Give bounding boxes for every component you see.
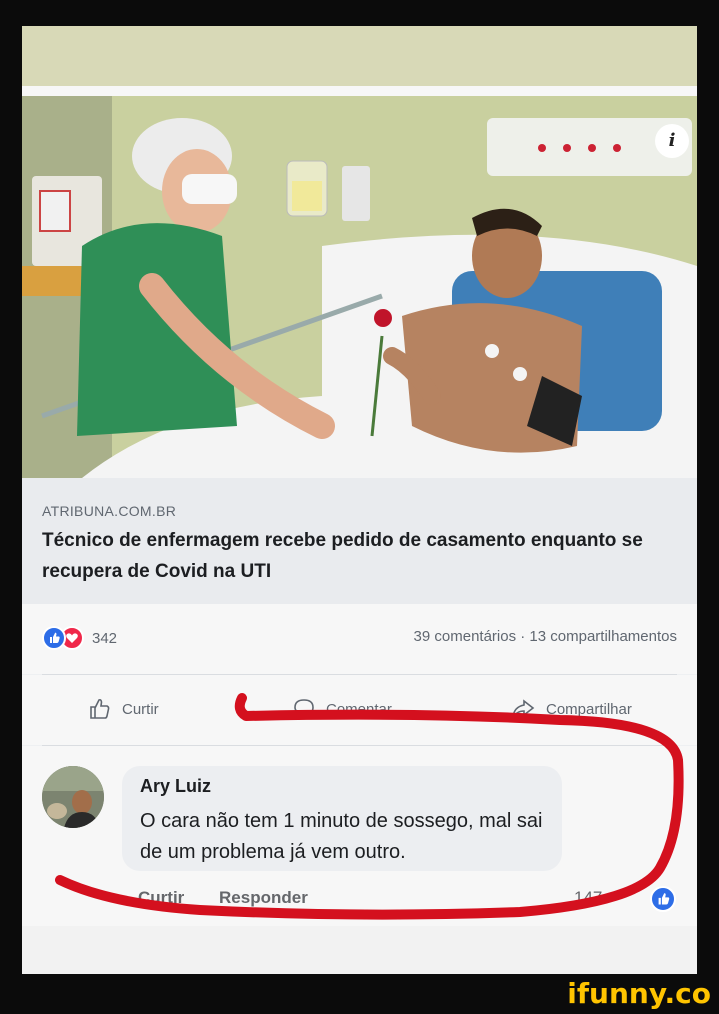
comment-button-label: Comentar bbox=[326, 700, 392, 718]
link-preview[interactable]: ATRIBUNA.COM.BR Técnico de enfermagem re… bbox=[22, 478, 697, 604]
share-button-label: Compartilhar bbox=[546, 700, 632, 718]
phone-screen: i ATRIBUNA.COM.BR Técnico de enfermagem … bbox=[22, 26, 697, 974]
share-arrow-icon bbox=[512, 699, 535, 718]
comment-actions: Curtir Responder bbox=[138, 888, 338, 908]
comment-reaction-count[interactable]: 147 bbox=[574, 888, 602, 908]
comments-shares-count[interactable]: 39 comentários · 13 compartilhamentos bbox=[414, 628, 677, 645]
like-button[interactable]: Curtir bbox=[88, 697, 159, 721]
post-stats: 342 39 comentários · 13 compartilhamento… bbox=[22, 604, 697, 674]
comment-like-reaction-icon bbox=[650, 886, 676, 912]
bottom-area bbox=[22, 926, 697, 974]
user-photo-image bbox=[42, 766, 104, 828]
top-banner bbox=[22, 26, 697, 86]
ifunny-watermark: ifunny.co bbox=[567, 977, 711, 1010]
comment-author[interactable]: Ary Luiz bbox=[140, 776, 211, 797]
article-photo[interactable]: i bbox=[22, 96, 697, 478]
comment-bubble[interactable]: Ary Luiz O cara não tem 1 minuto de soss… bbox=[122, 766, 562, 871]
comment-button[interactable]: Comentar bbox=[292, 697, 392, 721]
post-actions: Curtir Comentar Compartilhar bbox=[22, 675, 697, 745]
avatar[interactable] bbox=[42, 766, 104, 828]
link-source: ATRIBUNA.COM.BR bbox=[42, 503, 177, 519]
comment-text: O cara não tem 1 minuto de sossego, mal … bbox=[140, 810, 543, 863]
like-reaction-icon bbox=[42, 626, 66, 650]
comment-like-link[interactable]: Curtir bbox=[138, 888, 184, 907]
reaction-summary[interactable]: 342 bbox=[42, 626, 117, 650]
comment-bubble-icon bbox=[294, 699, 314, 720]
hospital-scene-image bbox=[22, 96, 697, 478]
reaction-count: 342 bbox=[92, 629, 118, 647]
info-icon[interactable]: i bbox=[655, 124, 689, 158]
thumbs-up-icon bbox=[90, 698, 110, 719]
link-headline[interactable]: Técnico de enfermagem recebe pedido de c… bbox=[42, 525, 682, 587]
share-button[interactable]: Compartilhar bbox=[510, 697, 632, 721]
comment-reply-link[interactable]: Responder bbox=[219, 888, 308, 907]
comment-section: Ary Luiz O cara não tem 1 minuto de soss… bbox=[22, 746, 697, 926]
like-button-label: Curtir bbox=[122, 700, 159, 718]
